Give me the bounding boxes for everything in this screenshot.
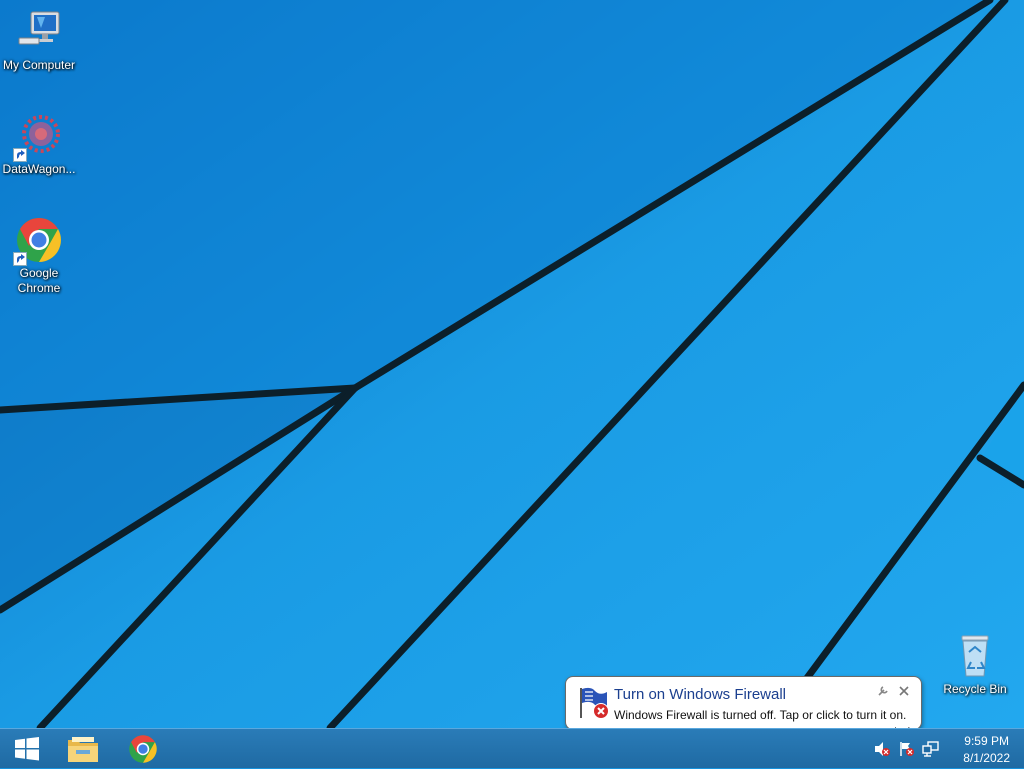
- shortcut-arrow-icon: [13, 252, 27, 266]
- recycle-bin-icon: [961, 635, 989, 677]
- taskbar-chrome[interactable]: [116, 729, 170, 769]
- firewall-flag-icon: [580, 687, 609, 719]
- desktop-icon-recycle-bin[interactable]: Recycle Bin: [936, 632, 1014, 697]
- volume-muted-icon[interactable]: [873, 741, 891, 757]
- notification-title: Turn on Windows Firewall: [614, 686, 786, 703]
- start-button[interactable]: [0, 729, 54, 769]
- notification-close-button[interactable]: [899, 685, 909, 699]
- desktop-icon-my-computer[interactable]: My Computer: [0, 8, 78, 73]
- chrome-icon: [129, 735, 157, 763]
- notification-message: Windows Firewall is turned off. Tap or c…: [614, 708, 907, 722]
- desktop-icon-label: Google Chrome: [17, 266, 61, 295]
- taskbar-clock[interactable]: 9:59 PM 8/1/2022: [963, 733, 1010, 767]
- desktop-icon-label: Recycle Bin: [943, 682, 1007, 696]
- shortcut-arrow-icon: [13, 148, 27, 162]
- desktop: My Computer DataWagon... Google Chrome R…: [0, 0, 1024, 728]
- desktop-icon-datawagon[interactable]: DataWagon...: [0, 112, 78, 177]
- taskbar-file-explorer[interactable]: [56, 729, 110, 769]
- windows-start-icon: [15, 737, 39, 761]
- close-icon: [899, 686, 909, 696]
- desktop-icon-label: DataWagon...: [2, 162, 76, 176]
- clock-date: 8/1/2022: [963, 751, 1010, 765]
- desktop-icon-label: My Computer: [2, 58, 76, 72]
- file-explorer-icon: [68, 737, 98, 762]
- action-center-flag-icon[interactable]: [898, 741, 916, 757]
- notification-settings-icon[interactable]: [877, 685, 889, 700]
- taskbar: 9:59 PM 8/1/2022: [0, 728, 1024, 768]
- firewall-notification[interactable]: Turn on Windows Firewall Windows Firewal…: [565, 676, 922, 730]
- wallpaper: [0, 0, 1024, 728]
- desktop-icon-google-chrome[interactable]: Google Chrome: [0, 216, 78, 296]
- clock-time: 9:59 PM: [964, 734, 1009, 748]
- computer-icon: [18, 11, 60, 45]
- network-icon[interactable]: [922, 741, 940, 757]
